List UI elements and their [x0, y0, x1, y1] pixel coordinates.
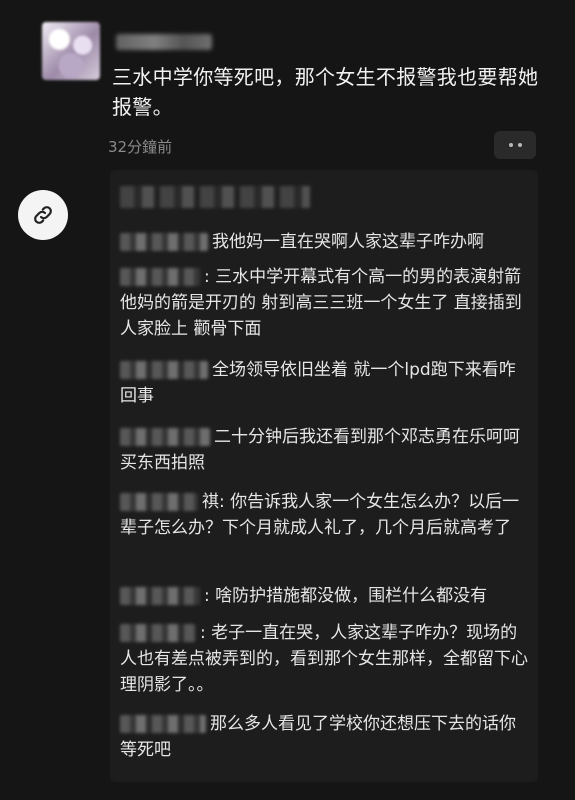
username-blurred[interactable] — [116, 34, 212, 50]
more-icon — [508, 143, 513, 147]
commenter-name-blurred — [120, 233, 208, 251]
quoted-comment: : 啥防护措施都没做，围栏什么都没有 — [120, 583, 532, 609]
comment-text: 我他妈一直在哭啊人家这辈子咋办啊 — [212, 232, 484, 252]
commenter-name-blurred — [120, 361, 208, 379]
quoted-comment: 那么多人看见了学校你还想压下去的话你等死吧 — [120, 711, 532, 763]
quoted-comment: 全场领导依旧坐着 就一个lpd跑下来看咋回事 — [120, 357, 532, 409]
quoted-comment: 我他妈一直在哭啊人家这辈子咋办啊 — [120, 229, 532, 255]
more-options-button[interactable] — [494, 131, 536, 159]
post-text: 三水中学你等死吧，那个女生不报警我也要帮她报警。 — [112, 65, 539, 119]
commenter-name-blurred — [120, 493, 198, 511]
link-button[interactable] — [18, 190, 68, 240]
quoted-header-blurred — [120, 186, 310, 208]
commenter-name-blurred — [120, 624, 196, 642]
quoted-comment: : 三水中学开幕式有个高一的男的表演射箭 他妈的箭是开刃的 射到高三三班一个女生… — [120, 264, 532, 342]
quoted-comment: 祺: 你告诉我人家一个女生怎么办？以后一辈子怎么办？下个月就成人礼了，几个月后就… — [120, 489, 532, 541]
quoted-comment: : 老子一直在哭，人家这辈子咋办？现场的人也有差点被弄到的，看到那个女生那样，全… — [120, 620, 532, 698]
comment-text: : 啥防护措施都没做，围栏什么都没有 — [204, 586, 488, 606]
commenter-name-blurred — [120, 428, 210, 446]
more-icon — [517, 143, 522, 147]
post-timestamp: 32分鐘前 — [108, 138, 173, 156]
avatar[interactable] — [42, 22, 100, 80]
commenter-name-blurred — [120, 587, 200, 605]
quoted-comment: 二十分钟后我还看到那个邓志勇在乐呵呵买东西拍照 — [120, 424, 532, 476]
commenter-name-blurred — [120, 715, 206, 733]
post-card: 三水中学你等死吧，那个女生不报警我也要帮她报警。 32分鐘前 我他妈一直在哭啊人… — [0, 0, 575, 800]
commenter-name-blurred — [120, 268, 200, 286]
link-icon — [34, 206, 52, 224]
